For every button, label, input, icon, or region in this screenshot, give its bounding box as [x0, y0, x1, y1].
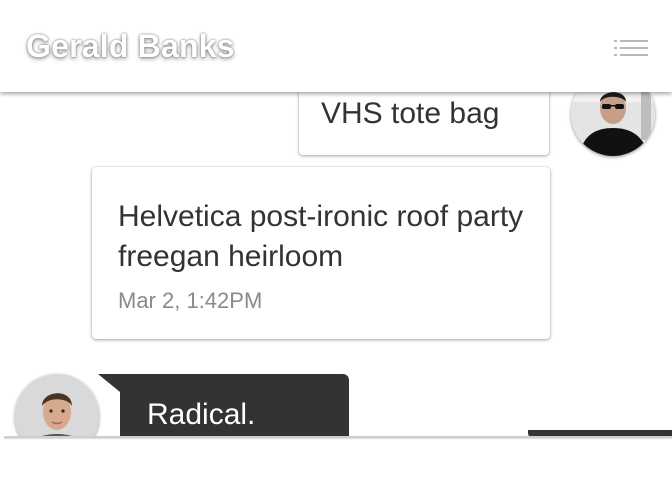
hamburger-menu-icon	[614, 40, 648, 56]
message-text: Radical.	[147, 398, 256, 431]
contact-name-title[interactable]: Gerald Banks	[26, 28, 235, 65]
chat-screen: VHS tote bag Helvetica post-ironic roof …	[0, 0, 672, 500]
message-bubble-outgoing[interactable]: Helvetica post-ironic roof party freegan…	[92, 167, 550, 339]
user-photo-icon	[15, 374, 99, 437]
bubble-tail	[98, 374, 120, 392]
composer-divider	[4, 436, 672, 438]
message-timestamp: Mar 2, 1:42PM	[118, 288, 263, 313]
message-text: VHS tote bag	[321, 97, 500, 130]
avatar[interactable]	[15, 374, 99, 437]
chat-header: Gerald Banks	[0, 0, 672, 92]
message-text: Helvetica post-ironic roof party freegan…	[118, 200, 524, 273]
menu-button[interactable]	[614, 36, 650, 64]
message-bubble-incoming[interactable]: Radical.	[120, 374, 349, 437]
